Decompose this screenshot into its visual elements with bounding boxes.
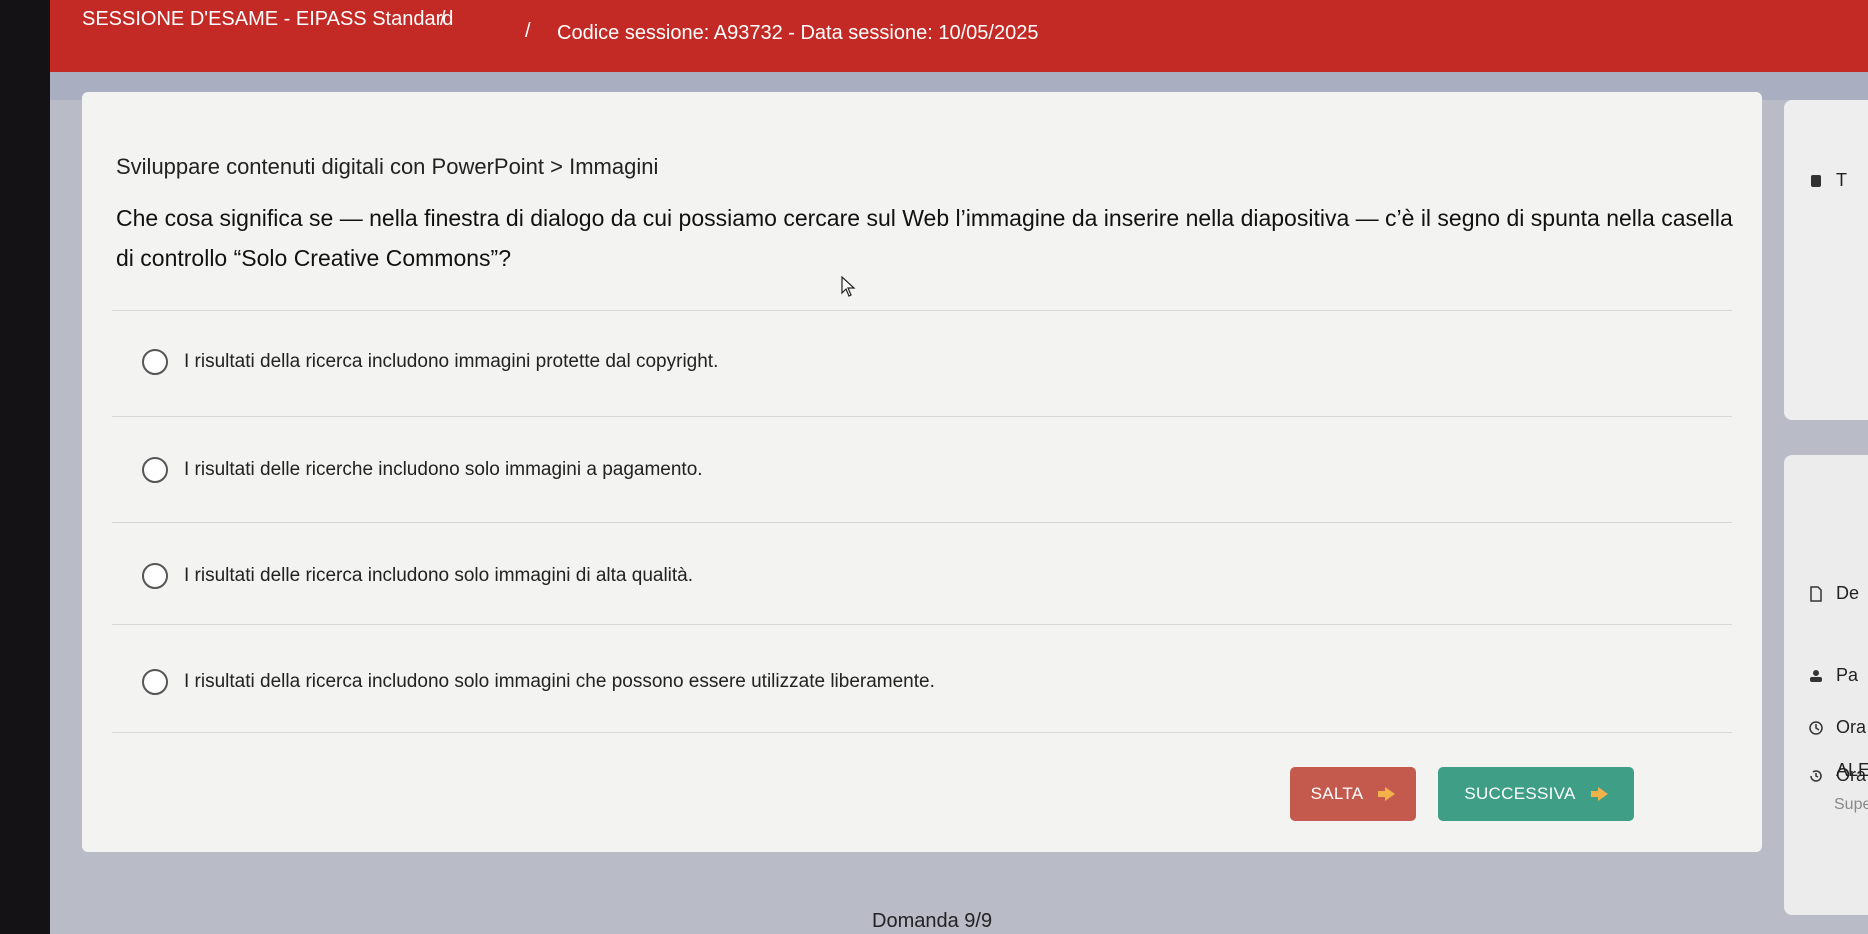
radio-button[interactable] [142,563,168,589]
skip-label: SALTA [1310,784,1364,803]
question-text: Che cosa significa se — nella finestra d… [116,205,1733,271]
sidebar-top-label: T [1836,170,1847,190]
sidebar-item-label: Ora [1836,717,1867,737]
radio-button[interactable] [142,457,168,483]
skip-button[interactable]: SALTA [1290,767,1416,821]
answer-label: I risultati delle ricerca includono solo… [184,565,694,586]
sidebar-item-clock: Ora [1808,717,1866,738]
person-icon [1810,669,1822,682]
sidebar-item-document: De [1808,583,1859,604]
timer-icon [1811,174,1821,187]
answer-label: I risultati delle ricerche includono sol… [184,459,703,480]
exam-header: SESSIONE D'ESAME - EIPASS Standard / / C… [50,0,1868,72]
divider [112,624,1732,625]
sidebar-top-panel: T [1784,100,1868,420]
exam-title: SESSIONE D'ESAME - EIPASS Standard [82,8,454,30]
header-separator: / [525,20,531,42]
header-separator: / [440,8,446,30]
clock-icon [1809,720,1823,735]
sidebar-top-item: T [1808,170,1847,191]
answer-option-4[interactable]: I risultati della ricerca includono solo… [142,662,935,702]
mouse-cursor-icon [841,276,856,297]
next-label: SUCCESSIVA [1464,784,1576,803]
breadcrumb: Sviluppare contenuti digitali con PowerP… [116,154,659,179]
divider [112,416,1732,417]
sidebar-item-label: Pa [1836,665,1859,685]
question-counter: Domanda 9/9 [872,910,993,932]
answer-label: I risultati della ricerca includono imma… [184,351,719,372]
sidebar-item-person: Pa [1808,665,1858,686]
radio-button[interactable] [142,349,168,375]
screen-bezel [0,0,50,934]
right-sidebar: T De Pa Ora Ora ALES Supe [1784,100,1868,934]
arrow-right-icon [1378,787,1396,801]
answer-option-3[interactable]: I risultati delle ricerca includono solo… [142,556,693,596]
session-info: Codice sessione: A93732 - Data sessione:… [557,22,1039,44]
sidebar-info-panel: De Pa Ora Ora [1784,455,1868,915]
arrow-right-icon [1590,787,1608,801]
answer-option-2[interactable]: I risultati delle ricerche includono sol… [142,450,703,490]
next-button[interactable]: SUCCESSIVA [1438,767,1634,821]
document-icon [1810,585,1822,602]
question-card: Sviluppare contenuti digitali con PowerP… [82,92,1762,852]
divider [112,310,1732,311]
answer-option-1[interactable]: I risultati della ricerca includono imma… [142,342,718,382]
answer-label: I risultati della ricerca includono solo… [184,671,935,692]
user-role: Supe [1834,796,1868,813]
user-name: ALES [1836,760,1868,780]
history-icon [1810,769,1822,782]
divider [112,522,1732,523]
sidebar-item-label: De [1836,583,1860,603]
divider [112,732,1732,733]
radio-button[interactable] [142,669,168,695]
